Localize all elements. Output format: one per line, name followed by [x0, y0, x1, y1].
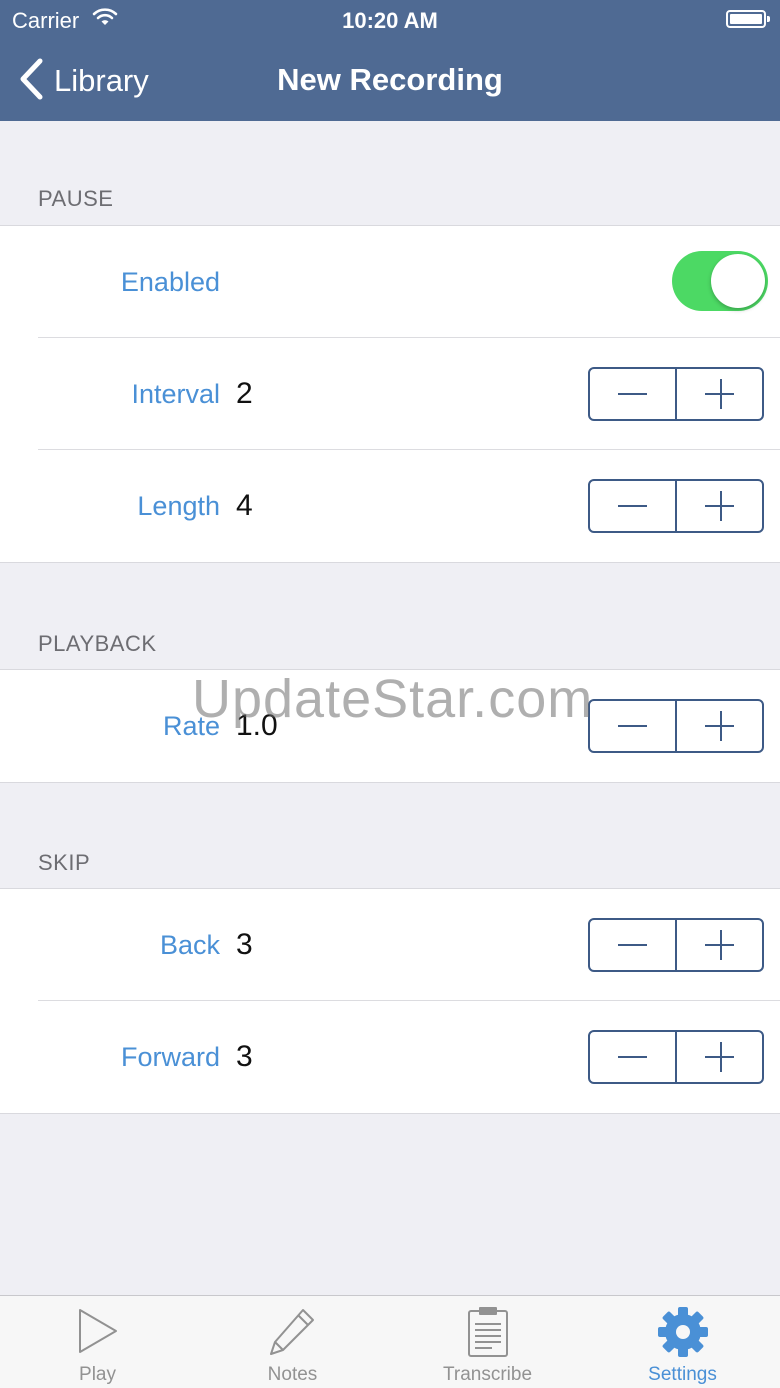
navigation-header: Carrier 10:20 AM Library New Recording: [0, 0, 780, 121]
battery-icon: [726, 10, 770, 28]
interval-row: Interval 2: [0, 338, 780, 450]
skip-group: Back 3 Forward 3: [0, 888, 780, 1114]
enabled-label: Enabled: [120, 267, 220, 297]
length-value: 4: [236, 489, 253, 522]
rate-value: 1.0: [236, 709, 278, 742]
back-stepper: [588, 918, 764, 972]
section-header-playback: PLAYBACK: [38, 631, 157, 656]
rate-decrement-button[interactable]: [590, 701, 675, 751]
length-row: Length 4: [0, 450, 780, 562]
interval-value: 2: [236, 377, 253, 410]
toggle-knob: [711, 254, 765, 308]
pause-group: Enabled Interval 2 Length 4: [0, 225, 780, 563]
length-increment-button[interactable]: [675, 481, 762, 531]
forward-row: Forward 3: [0, 1001, 780, 1113]
forward-decrement-button[interactable]: [590, 1032, 675, 1082]
forward-increment-button[interactable]: [675, 1032, 762, 1082]
back-value: 3: [236, 928, 253, 961]
status-bar: Carrier 10:20 AM: [0, 0, 780, 40]
pencil-icon: [195, 1306, 390, 1358]
tab-transcribe[interactable]: Transcribe: [390, 1296, 585, 1388]
section-header-skip: SKIP: [38, 850, 91, 875]
length-label: Length: [137, 491, 220, 521]
back-increment-button[interactable]: [675, 920, 762, 970]
forward-stepper: [588, 1030, 764, 1084]
back-decrement-button[interactable]: [590, 920, 675, 970]
rate-stepper: [588, 699, 764, 753]
rate-row: Rate 1.0: [0, 670, 780, 782]
status-time: 10:20 AM: [342, 8, 438, 33]
tab-play[interactable]: Play: [0, 1296, 195, 1388]
page-title: New Recording: [277, 62, 503, 97]
rate-label: Rate: [162, 711, 220, 741]
tab-bar: Play Notes Transcribe Settings: [0, 1295, 780, 1388]
section-header-pause: PAUSE: [38, 186, 114, 211]
length-stepper: [588, 479, 764, 533]
enabled-toggle[interactable]: [672, 251, 768, 311]
interval-stepper: [588, 367, 764, 421]
forward-value: 3: [236, 1040, 253, 1073]
enabled-row: Enabled: [0, 226, 780, 338]
tab-settings[interactable]: Settings: [585, 1296, 780, 1388]
playback-group: Rate 1.0: [0, 669, 780, 783]
tab-transcribe-label: Transcribe: [442, 1364, 533, 1385]
play-icon: [0, 1306, 195, 1358]
tab-play-label: Play: [79, 1364, 116, 1385]
interval-decrement-button[interactable]: [590, 369, 675, 419]
back-row: Back 3: [0, 889, 780, 1001]
clipboard-icon: [390, 1306, 585, 1358]
back-label: Back: [159, 930, 220, 960]
interval-increment-button[interactable]: [675, 369, 762, 419]
gear-icon: [585, 1306, 780, 1358]
rate-increment-button[interactable]: [675, 701, 762, 751]
tab-notes-label: Notes: [267, 1364, 318, 1385]
interval-label: Interval: [131, 379, 220, 409]
forward-label: Forward: [120, 1042, 220, 1072]
length-decrement-button[interactable]: [590, 481, 675, 531]
tab-settings-label: Settings: [648, 1364, 717, 1385]
tab-notes[interactable]: Notes: [195, 1296, 390, 1388]
